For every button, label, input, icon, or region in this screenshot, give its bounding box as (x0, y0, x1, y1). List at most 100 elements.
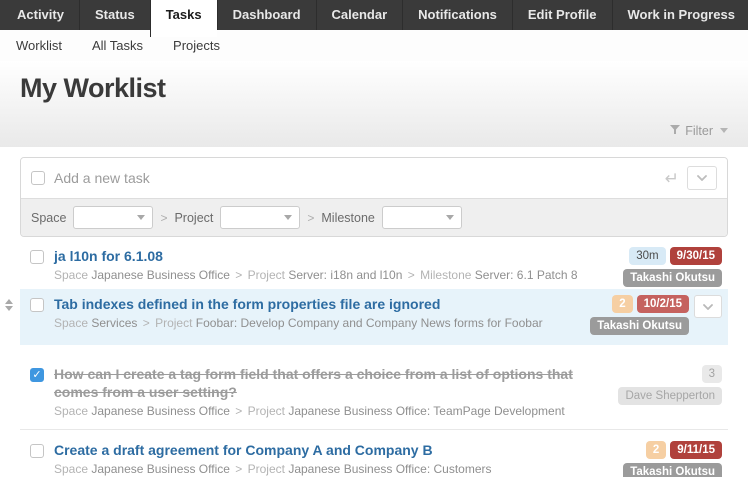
field-separator: > (307, 211, 314, 225)
task-main: Tab indexes defined in the form properti… (44, 295, 590, 331)
funnel-icon (670, 122, 680, 140)
task-breadcrumb: Space Japanese Business Office > Project… (54, 267, 613, 283)
breadcrumb-value: Japanese Business Office (91, 268, 230, 282)
task-checkbox[interactable] (30, 298, 44, 312)
subnav-item-projects[interactable]: Projects (173, 38, 220, 53)
tab-calendar[interactable]: Calendar (316, 0, 403, 30)
comment-count-badge: 3 (702, 365, 722, 383)
add-task-fields: Space > Project > Milestone (21, 198, 727, 236)
breadcrumb-value: Japanese Business Office: Customers (288, 462, 491, 476)
breadcrumb-value: Foobar: Develop Company and Company News… (196, 316, 543, 330)
project-label: Project (174, 211, 213, 225)
breadcrumb-separator: > (406, 268, 417, 282)
assignee-badge: Takashi Okutsu (623, 463, 722, 477)
caret-down-icon (284, 215, 292, 220)
task-title-link[interactable]: How can I create a tag form field that o… (54, 365, 608, 401)
drag-handle-icon[interactable] (5, 299, 13, 311)
task-title-link[interactable]: ja l10n for 6.1.08 (54, 248, 163, 264)
task-main: Create a draft agreement for Company A a… (44, 441, 623, 477)
task-badges: 3 Dave Shepperton (618, 365, 722, 405)
subnav-item-all-tasks[interactable]: All Tasks (92, 38, 143, 53)
task-checkbox[interactable] (30, 444, 44, 458)
tab-status[interactable]: Status (79, 0, 150, 30)
task-title-link[interactable]: Create a draft agreement for Company A a… (54, 442, 433, 458)
assignee-badge: Takashi Okutsu (590, 317, 689, 335)
tab-dashboard[interactable]: Dashboard (217, 0, 316, 30)
caret-down-icon (446, 215, 454, 220)
page-title: My Worklist (0, 73, 748, 114)
time-estimate-badge: 30m (629, 247, 665, 265)
chevron-down-icon (703, 304, 713, 310)
breadcrumb-separator: > (233, 462, 244, 476)
breadcrumb-value: Server: i18n and l10n (288, 268, 402, 282)
task-badges: 2 10/2/15 Takashi Okutsu (590, 295, 722, 335)
breadcrumb-label: Project (248, 404, 285, 418)
tab-edit-profile[interactable]: Edit Profile (512, 0, 612, 30)
enter-return-icon: ↵ (665, 170, 679, 187)
due-date-badge: 9/30/15 (670, 247, 722, 265)
add-task-checkbox[interactable] (31, 171, 45, 185)
comment-count-badge: 2 (646, 441, 666, 459)
task-row-highlighted: Tab indexes defined in the form properti… (20, 289, 728, 345)
task-breadcrumb: Space Services > Project Foobar: Develop… (54, 315, 580, 331)
breadcrumb-label: Project (248, 462, 285, 476)
task-row: ja l10n for 6.1.08 Space Japanese Busine… (20, 245, 728, 289)
task-checkbox-checked[interactable]: ✓ (30, 368, 44, 382)
task-checkbox[interactable] (30, 250, 44, 264)
breadcrumb-value: Japanese Business Office (91, 462, 230, 476)
field-separator: > (160, 211, 167, 225)
assignee-badge: Dave Shepperton (618, 387, 722, 405)
task-actions-button[interactable] (694, 295, 722, 318)
project-select[interactable] (220, 206, 300, 229)
milestone-label: Milestone (321, 211, 375, 225)
page-header: My Worklist Filter (0, 61, 748, 147)
milestone-select[interactable] (382, 206, 462, 229)
due-date-badge: 9/11/15 (670, 441, 722, 459)
tab-tasks[interactable]: Tasks (150, 0, 217, 37)
task-title-link[interactable]: Tab indexes defined in the form properti… (54, 296, 440, 312)
breadcrumb-label: Project (155, 316, 192, 330)
task-badges: 30m 9/30/15 Takashi Okutsu (623, 247, 722, 287)
breadcrumb-value: Server: 6.1 Patch 8 (475, 268, 578, 282)
add-task-row: Add a new task ↵ (21, 158, 727, 198)
comment-count-badge: 2 (612, 295, 632, 313)
breadcrumb-value: Japanese Business Office: TeamPage Devel… (288, 404, 564, 418)
caret-down-icon (720, 128, 728, 133)
task-list: ja l10n for 6.1.08 Space Japanese Busine… (20, 245, 728, 477)
subnav-item-worklist[interactable]: Worklist (16, 38, 62, 53)
breadcrumb-label: Project (248, 268, 285, 282)
breadcrumb-label: Space (54, 268, 88, 282)
sub-navigation: Worklist All Tasks Projects (0, 30, 748, 61)
breadcrumb-label: Space (54, 316, 88, 330)
tab-notifications[interactable]: Notifications (402, 0, 512, 30)
task-breadcrumb: Space Japanese Business Office > Project… (54, 403, 608, 419)
breadcrumb-label: Space (54, 404, 88, 418)
caret-down-icon (137, 215, 145, 220)
main-content: Add a new task ↵ Space > Project > Miles… (0, 147, 748, 477)
add-task-expand-button[interactable] (687, 166, 717, 190)
add-task-input[interactable]: Add a new task (54, 170, 665, 186)
breadcrumb-value: Japanese Business Office (91, 404, 230, 418)
tab-work-in-progress[interactable]: Work in Progress (612, 0, 748, 30)
task-row-completed: ✓ How can I create a tag form field that… (20, 363, 728, 430)
space-label: Space (31, 211, 66, 225)
task-badges: 2 9/11/15 Takashi Okutsu (623, 441, 722, 477)
task-row: Create a draft agreement for Company A a… (20, 439, 728, 477)
add-task-panel: Add a new task ↵ Space > Project > Miles… (20, 157, 728, 237)
task-breadcrumb: Space Japanese Business Office > Project… (54, 461, 613, 477)
breadcrumb-separator: > (233, 268, 244, 282)
due-date-badge: 10/2/15 (637, 295, 689, 313)
filter-bar: Filter (0, 114, 748, 147)
top-navigation: Activity Status Tasks Dashboard Calendar… (0, 0, 748, 30)
breadcrumb-value: Services (91, 316, 137, 330)
filter-button[interactable]: Filter (685, 124, 713, 138)
breadcrumb-label: Milestone (420, 268, 471, 282)
assignee-badge: Takashi Okutsu (623, 269, 722, 287)
chevron-down-icon (697, 175, 707, 181)
task-main: How can I create a tag form field that o… (44, 365, 618, 419)
space-select[interactable] (73, 206, 153, 229)
breadcrumb-separator: > (141, 316, 152, 330)
tab-activity[interactable]: Activity (0, 0, 79, 30)
task-main: ja l10n for 6.1.08 Space Japanese Busine… (44, 247, 623, 283)
breadcrumb-label: Space (54, 462, 88, 476)
